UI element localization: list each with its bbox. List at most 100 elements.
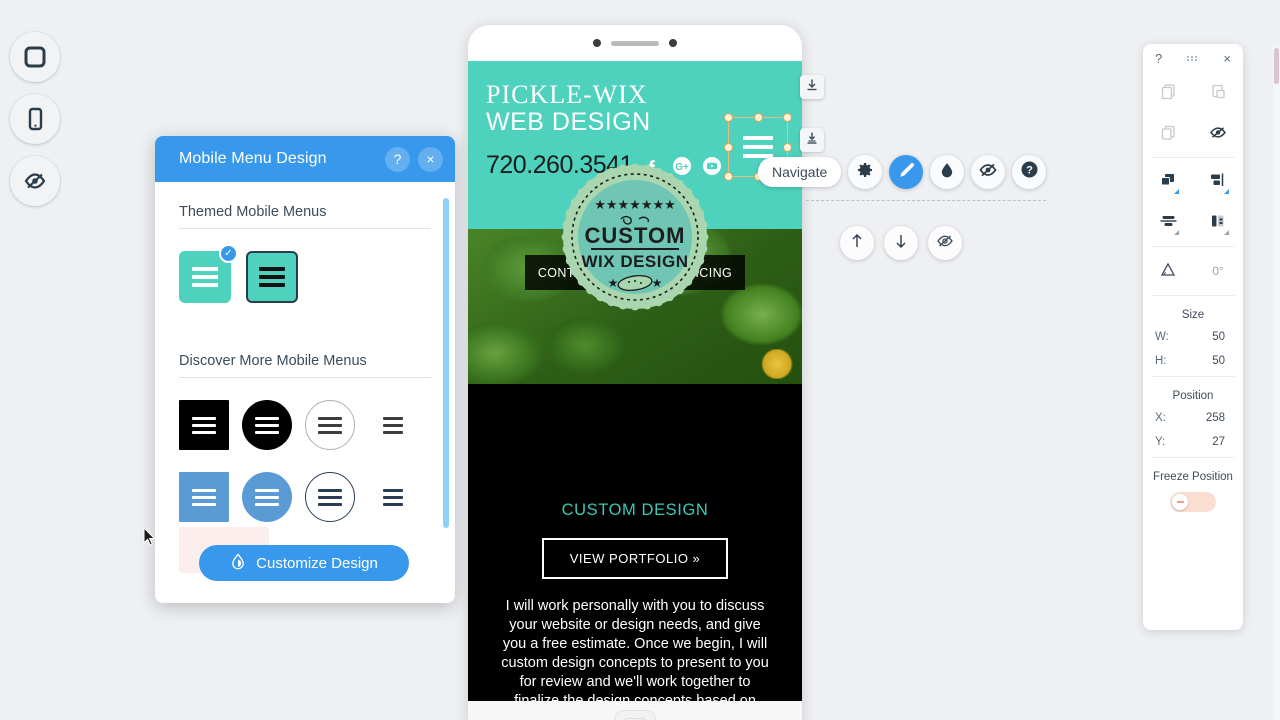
panel-drag-grip[interactable] xyxy=(1186,54,1200,62)
y-value[interactable]: 27 xyxy=(1181,436,1229,448)
move-down-arrow-icon xyxy=(893,232,909,255)
dialog-body: Themed Mobile Menus ✓ Discover More Mobi… xyxy=(155,182,455,603)
rotation-value[interactable]: 0° xyxy=(1193,264,1243,278)
align-center-button[interactable] xyxy=(1143,202,1193,243)
size-group-title: Size xyxy=(1181,309,1205,321)
resize-handle-ml[interactable] xyxy=(724,142,733,152)
align-caret-icon xyxy=(1224,189,1229,194)
hide-button[interactable] xyxy=(1193,113,1243,154)
stack-order-toolbar xyxy=(840,226,962,260)
height-value[interactable]: 50 xyxy=(1181,355,1229,367)
panel-help-button[interactable]: ? xyxy=(1155,51,1162,66)
section-title-themed: Themed Mobile Menus xyxy=(179,182,431,229)
menu-style-ring-navy[interactable] xyxy=(305,472,355,522)
move-down-button[interactable] xyxy=(884,226,918,260)
copy-button[interactable] xyxy=(1143,72,1193,113)
animation-button[interactable] xyxy=(930,155,965,189)
selected-check-icon: ✓ xyxy=(219,244,238,263)
navigate-button[interactable]: Navigate xyxy=(758,157,842,187)
hamburger-icon xyxy=(255,485,279,510)
resize-handle-tr[interactable] xyxy=(783,113,792,122)
distribute-button[interactable] xyxy=(1193,202,1243,243)
anchor-download-top-button[interactable] xyxy=(800,75,824,99)
menu-style-plain-dark[interactable] xyxy=(368,400,418,450)
section-title-discover: Discover More Mobile Menus xyxy=(179,331,431,378)
resize-handle-tc[interactable] xyxy=(753,113,763,122)
height-label: H: xyxy=(1155,355,1167,367)
dialog-help-button[interactable]: ? xyxy=(385,146,410,172)
page-scrollbar-thumb[interactable] xyxy=(1274,48,1279,84)
mobile-view-button[interactable] xyxy=(10,94,60,144)
grid-cell xyxy=(242,400,305,450)
sensor-dot-icon xyxy=(669,39,677,47)
arrange-button[interactable] xyxy=(1143,161,1193,202)
page-scrollbar-track[interactable] xyxy=(1273,44,1280,720)
mobile-preview-frame: PICKLE-WIX WEB DESIGN 720.260.3541 G+ CO… xyxy=(468,25,802,720)
help-question-icon: ? xyxy=(1020,160,1039,184)
anchor-download-top-icon xyxy=(805,78,819,97)
view-portfolio-button[interactable]: VIEW PORTFOLIO » xyxy=(541,538,729,579)
svg-text:★★★★★★★: ★★★★★★★ xyxy=(594,198,676,213)
anchor-download-bottom-button[interactable] xyxy=(800,128,824,152)
properties-panel: ? × 0° Size W: 50 H: 50 Position X: 258 … xyxy=(1143,44,1243,630)
toggle-dash-icon xyxy=(1176,501,1184,503)
menu-style-blue-circle[interactable] xyxy=(242,472,292,522)
menu-style-black-circle[interactable] xyxy=(242,400,292,450)
resize-handle-bl[interactable] xyxy=(724,172,733,181)
duplicate-button[interactable] xyxy=(1143,113,1193,154)
panel-tool-row-3 xyxy=(1143,161,1243,202)
animation-drop-icon xyxy=(938,161,956,184)
mouse-cursor xyxy=(143,526,156,546)
resize-handle-tl[interactable] xyxy=(724,113,733,122)
dialog-scrollbar-thumb[interactable] xyxy=(443,198,449,528)
desktop-view-button[interactable] xyxy=(10,32,60,82)
svg-text:WIX DESIGN: WIX DESIGN xyxy=(581,252,688,271)
help-button[interactable]: ? xyxy=(1012,155,1047,189)
brand-line-1: PICKLE-WIX xyxy=(486,80,648,109)
left-toolbar xyxy=(10,32,62,218)
align-button[interactable] xyxy=(1193,161,1243,202)
panel-divider xyxy=(1151,376,1235,377)
width-value[interactable]: 50 xyxy=(1181,331,1229,343)
y-label: Y: xyxy=(1155,436,1166,448)
hamburger-icon xyxy=(318,485,342,510)
anchor-download-bottom-icon xyxy=(805,131,819,150)
rotation-button[interactable] xyxy=(1143,251,1193,292)
hide-element-button[interactable] xyxy=(971,155,1006,189)
menu-style-ring-dark[interactable] xyxy=(305,400,355,450)
element-toolbar: Navigate ? xyxy=(758,155,1047,189)
width-field-row: W: 50 xyxy=(1143,325,1243,349)
settings-button[interactable] xyxy=(848,155,883,189)
home-button-icon[interactable] xyxy=(614,710,656,720)
paste-button[interactable] xyxy=(1193,72,1243,113)
themed-thumb-wrap xyxy=(246,251,298,303)
hide-element-button-2[interactable] xyxy=(928,226,962,260)
design-button[interactable] xyxy=(889,155,924,189)
height-field-row: H: 50 xyxy=(1143,349,1243,373)
customize-design-button[interactable]: Customize Design xyxy=(199,545,409,581)
freeze-position-toggle[interactable] xyxy=(1170,492,1216,512)
hide-eye-slash-icon xyxy=(978,161,998,184)
resize-handle-mr[interactable] xyxy=(783,142,792,152)
freeze-position-label: Freeze Position xyxy=(1153,471,1233,483)
dialog-close-button[interactable]: × xyxy=(418,146,443,172)
menu-style-blue-square[interactable] xyxy=(179,472,229,522)
themed-thumb-wrap: ✓ xyxy=(179,244,238,303)
settings-gear-icon xyxy=(856,161,874,184)
x-value[interactable]: 258 xyxy=(1181,412,1229,424)
svg-text:★: ★ xyxy=(652,276,663,290)
panel-divider xyxy=(1151,157,1235,158)
hamburger-icon xyxy=(192,485,216,510)
arrange-caret-icon xyxy=(1174,189,1179,194)
move-up-button[interactable] xyxy=(840,226,874,260)
mobile-menu-design-dialog: Mobile Menu Design ? × Themed Mobile Men… xyxy=(155,136,455,603)
menu-style-plain-navy[interactable] xyxy=(368,472,418,522)
hidden-elements-button[interactable] xyxy=(10,156,60,206)
speaker-grill-icon xyxy=(611,40,659,46)
menu-style-black-square[interactable] xyxy=(179,400,229,450)
grid-cell xyxy=(179,400,242,450)
menu-theme-outlined-teal[interactable] xyxy=(246,251,298,303)
panel-close-button[interactable]: × xyxy=(1223,51,1231,66)
move-up-arrow-icon xyxy=(849,232,865,255)
hamburger-icon xyxy=(192,263,218,291)
